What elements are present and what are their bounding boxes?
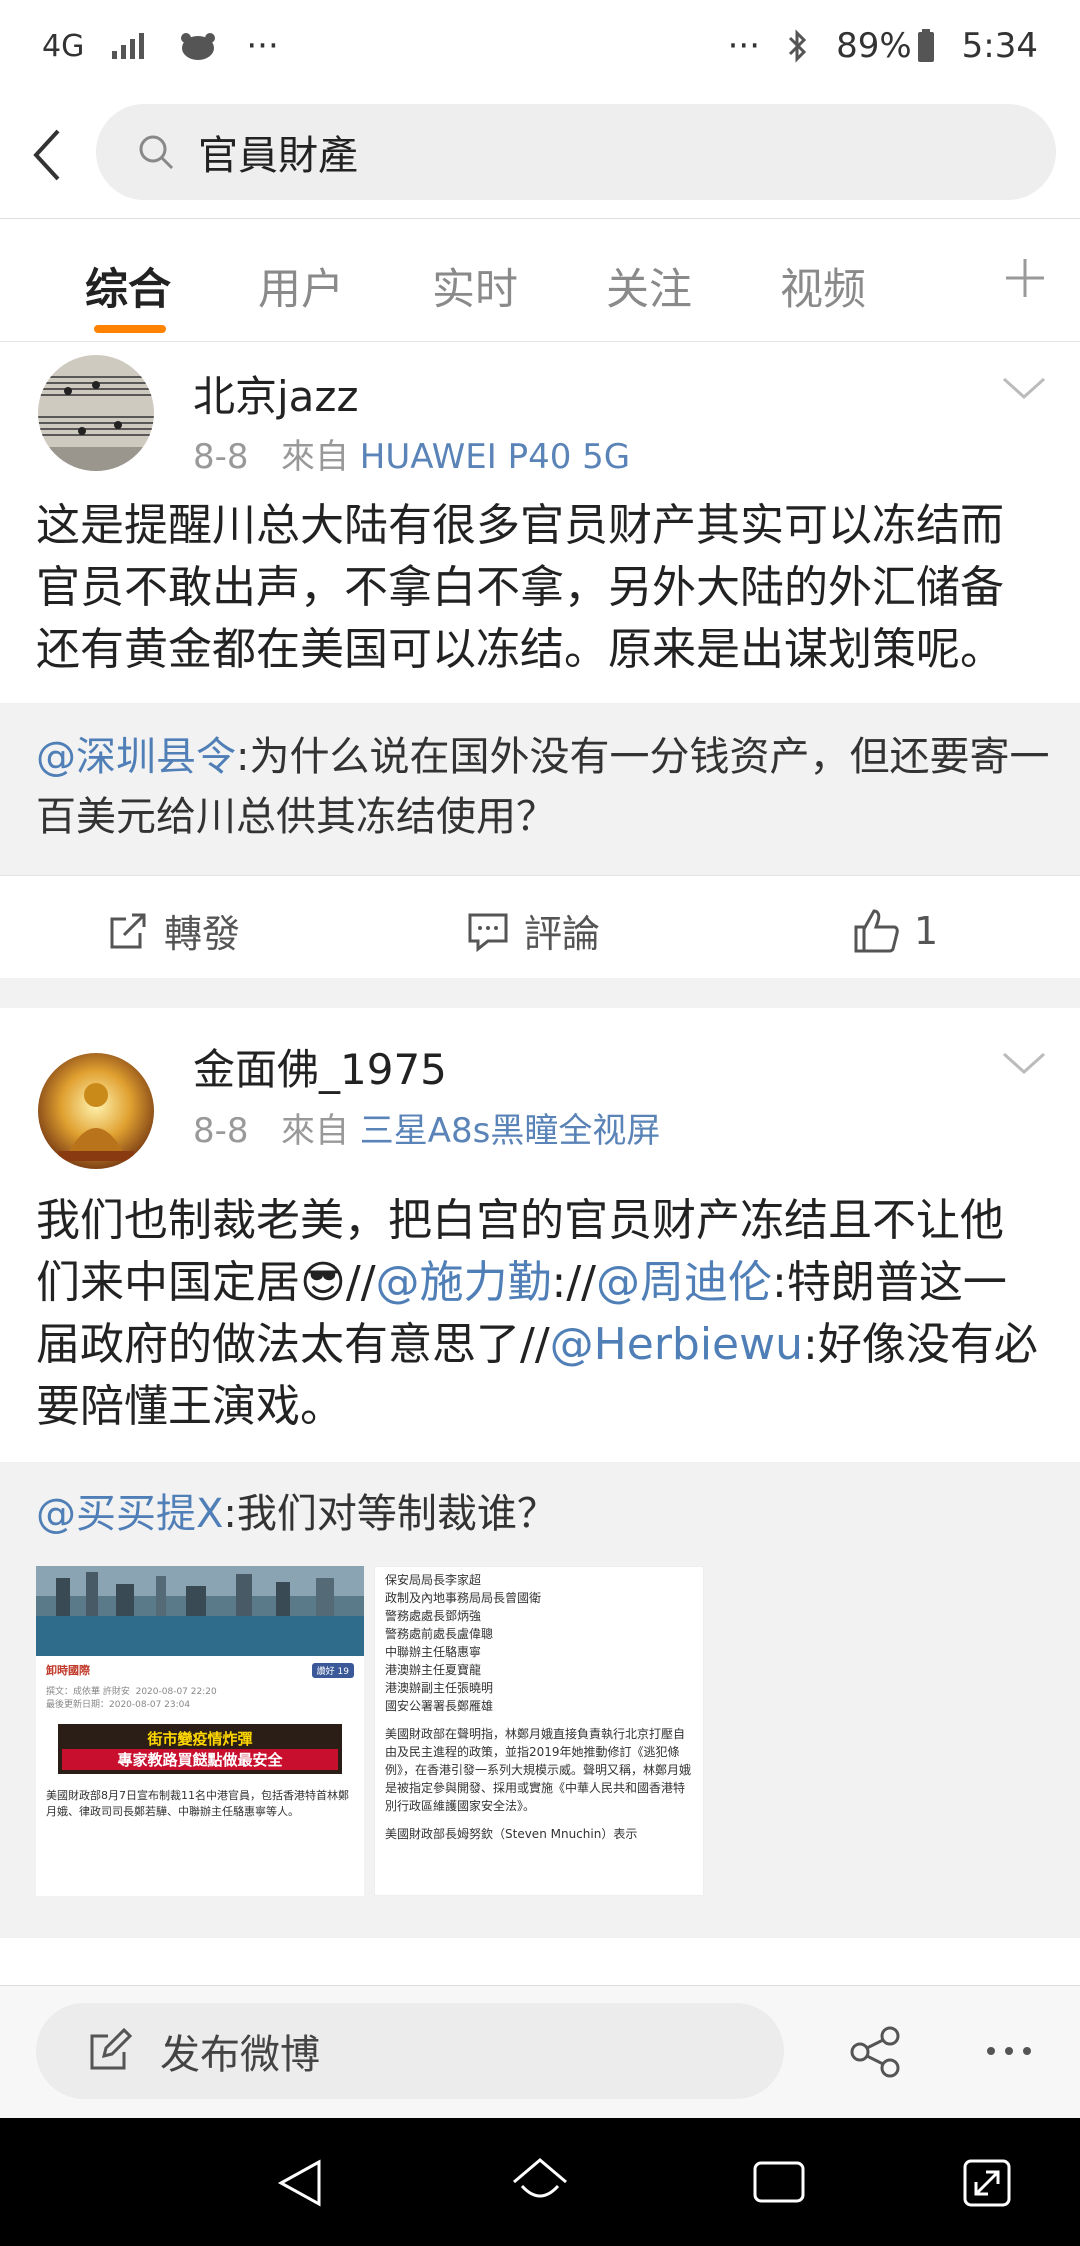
search-icon bbox=[139, 135, 174, 170]
quoted-text: @深圳县令:为什么说在国外没有一分钱资产，但还要寄一百美元给川总供其冻结使用？ bbox=[36, 727, 1051, 847]
avatar[interactable] bbox=[38, 1053, 154, 1169]
official-line: 港澳辦主任夏寶龍 bbox=[385, 1663, 482, 1677]
attached-image[interactable]: 保安局局長李家超 政制及內地事務局局長曾國衛 警務處處長鄧炳強 警務處前處長盧偉… bbox=[374, 1566, 704, 1896]
ad-banner: 街市變疫情炸彈 專家教路買餸點做最安全 bbox=[58, 1724, 342, 1774]
search-query: 官員財產 bbox=[198, 133, 358, 179]
avatar[interactable] bbox=[38, 355, 154, 471]
add-tab-icon[interactable] bbox=[1004, 257, 1046, 299]
nav-back-icon[interactable] bbox=[275, 2158, 325, 2208]
chevron-down-icon[interactable] bbox=[1000, 373, 1048, 403]
post-date: 8-8 bbox=[193, 1111, 249, 1151]
tab-realtime[interactable]: 实时 bbox=[432, 255, 518, 317]
post-text-part: :// bbox=[551, 1257, 597, 1308]
article-paragraph: 美國財政部在聲明指，林鄭月娥直接負責執行北京打壓自由及民主進程的政策，並指201… bbox=[385, 1727, 692, 1813]
status-bar: 4G ··· ··· 89% 5:34 bbox=[0, 0, 1080, 92]
sheet-music-avatar-image bbox=[38, 355, 154, 471]
official-line: 政制及內地事務局局長曾國衛 bbox=[385, 1591, 542, 1605]
battery-percent: 89% bbox=[836, 26, 912, 66]
harbour-photo bbox=[36, 1566, 364, 1656]
tab-videos[interactable]: 视频 bbox=[780, 255, 866, 317]
compose-label: 发布微博 bbox=[160, 2032, 320, 2078]
official-line: 保安局局長李家超 bbox=[385, 1573, 482, 1587]
quoted-post[interactable]: @深圳县令:为什么说在国外没有一分钱资产，但还要寄一百美元给川总供其冻结使用？ bbox=[0, 703, 1080, 875]
official-line: 國安公署署長鄭雁雄 bbox=[385, 1699, 494, 1713]
article-caption: 美國財政部8月7日宣布制裁11名中港官員，包括香港特首林鄭月娥、律政司司長鄭若驊… bbox=[46, 1789, 349, 1818]
post-meta: 8-8 來自 三星A8s黑瞳全视屏 bbox=[193, 1103, 660, 1152]
tab-comprehensive[interactable]: 综合 bbox=[85, 255, 171, 317]
byline: 撰文：成依華 許財安 bbox=[46, 1687, 130, 1697]
repost-button[interactable]: 轉發 bbox=[106, 903, 240, 958]
divider bbox=[0, 978, 1080, 1008]
nav-expand-icon[interactable] bbox=[962, 2158, 1012, 2208]
share-icon[interactable] bbox=[848, 2026, 904, 2078]
repost-label: 轉發 bbox=[164, 912, 241, 956]
tab-bar: 综合 用户 实时 关注 视频 bbox=[0, 218, 1080, 342]
more-options-icon[interactable] bbox=[984, 2044, 1034, 2058]
mention-link[interactable]: @周迪伦 bbox=[596, 1257, 772, 1308]
banner-top: 街市變疫情炸彈 bbox=[147, 1730, 253, 1748]
nav-recents-icon[interactable] bbox=[752, 2160, 806, 2204]
repost-icon bbox=[110, 913, 146, 948]
search-header: 官員財產 bbox=[0, 92, 1080, 217]
post-actions: 轉發 評論 1 bbox=[0, 875, 1080, 985]
post-source[interactable]: 三星A8s黑瞳全视屏 bbox=[360, 1111, 661, 1151]
mention-link[interactable]: @施力勤 bbox=[376, 1257, 552, 1308]
compose-icon bbox=[90, 2028, 132, 2070]
clock: 5:34 bbox=[961, 26, 1038, 66]
updated-date: 最後更新日期：2020-08-07 23:04 bbox=[46, 1700, 191, 1710]
official-line: 港澳辦副主任張曉明 bbox=[385, 1681, 494, 1695]
comment-label: 評論 bbox=[524, 912, 601, 956]
post-date: 8-8 bbox=[193, 437, 249, 477]
official-line: 警務處處長鄧炳強 bbox=[385, 1609, 482, 1623]
post-source[interactable]: HUAWEI P40 5G bbox=[360, 437, 630, 477]
comment-icon bbox=[468, 913, 508, 952]
buddha-avatar-image bbox=[38, 1053, 154, 1169]
tab-users[interactable]: 用户 bbox=[258, 255, 344, 317]
like-button[interactable]: 1 bbox=[852, 907, 938, 955]
username[interactable]: 北京jazz bbox=[193, 363, 359, 424]
comment-button[interactable]: 評論 bbox=[466, 903, 600, 958]
news-brand: 卸時國際 bbox=[46, 1664, 90, 1677]
like-count: 1 bbox=[914, 908, 939, 953]
battery-icon bbox=[917, 29, 934, 62]
network-indicator: 4G bbox=[42, 28, 85, 64]
chevron-left-icon bbox=[32, 129, 59, 180]
search-input[interactable]: 官員財產 bbox=[96, 104, 1056, 200]
active-tab-indicator bbox=[94, 325, 166, 333]
post-text: 这是提醒川总大陆有很多官员财产其实可以冻结而官员不敢出声，不拿白不拿，另外大陆的… bbox=[36, 500, 1004, 675]
mention-link[interactable]: @Herbiewu bbox=[550, 1319, 803, 1370]
bluetooth-icon bbox=[789, 29, 807, 63]
banner-bottom: 專家教路買餸點做最安全 bbox=[62, 1749, 338, 1770]
app-notification-icon bbox=[181, 33, 216, 60]
post-meta: 8-8 來自 HUAWEI P40 5G bbox=[193, 429, 630, 478]
username[interactable]: 金面佛_1975 bbox=[193, 1036, 447, 1097]
system-navigation-bar bbox=[0, 2118, 1080, 2246]
tab-following[interactable]: 关注 bbox=[606, 255, 692, 317]
publish-date: 2020-08-07 22:20 bbox=[135, 1687, 217, 1697]
attached-image[interactable]: 卸時國際 讚好 19 撰文：成依華 許財安 2020-08-07 22:20 最… bbox=[36, 1566, 364, 1896]
from-label: 來自 bbox=[280, 437, 349, 477]
mention-link[interactable]: @深圳县令 bbox=[36, 734, 236, 780]
quoted-text: @买买提X:我们对等制裁谁？ bbox=[36, 1484, 1051, 1544]
chevron-down-icon[interactable] bbox=[1000, 1048, 1048, 1078]
quote-body: :我们对等制裁谁？ bbox=[223, 1491, 557, 1537]
article-paragraph: 美國財政部長姆努欽（Steven Mnuchin）表示 bbox=[385, 1827, 638, 1841]
compose-button[interactable]: 发布微博 bbox=[36, 2003, 784, 2099]
nav-home-icon[interactable] bbox=[510, 2156, 570, 2210]
official-line: 中聯辦主任駱惠寧 bbox=[385, 1645, 482, 1659]
like-badge: 讚好 19 bbox=[311, 1662, 354, 1678]
more-notifications: ··· bbox=[246, 26, 279, 66]
back-button[interactable] bbox=[0, 92, 95, 217]
official-line: 警務處前處長盧偉聰 bbox=[385, 1627, 494, 1641]
from-label: 來自 bbox=[280, 1111, 349, 1151]
post-text: 我们也制裁老美，把白宫的官员财产冻结且不让他们来中国定居😎//@施力勤://@周… bbox=[36, 1190, 1046, 1438]
mention-link[interactable]: @买买提X bbox=[36, 1491, 223, 1537]
thumbs-up-icon bbox=[854, 908, 899, 952]
bottom-bar: 发布微博 bbox=[0, 1985, 1080, 2118]
more-status: ··· bbox=[727, 26, 761, 66]
post-card: 北京jazz 8-8 來自 HUAWEI P40 5G 这是提醒川总大陆有很多官… bbox=[0, 343, 1080, 983]
signal-icon bbox=[112, 33, 145, 59]
